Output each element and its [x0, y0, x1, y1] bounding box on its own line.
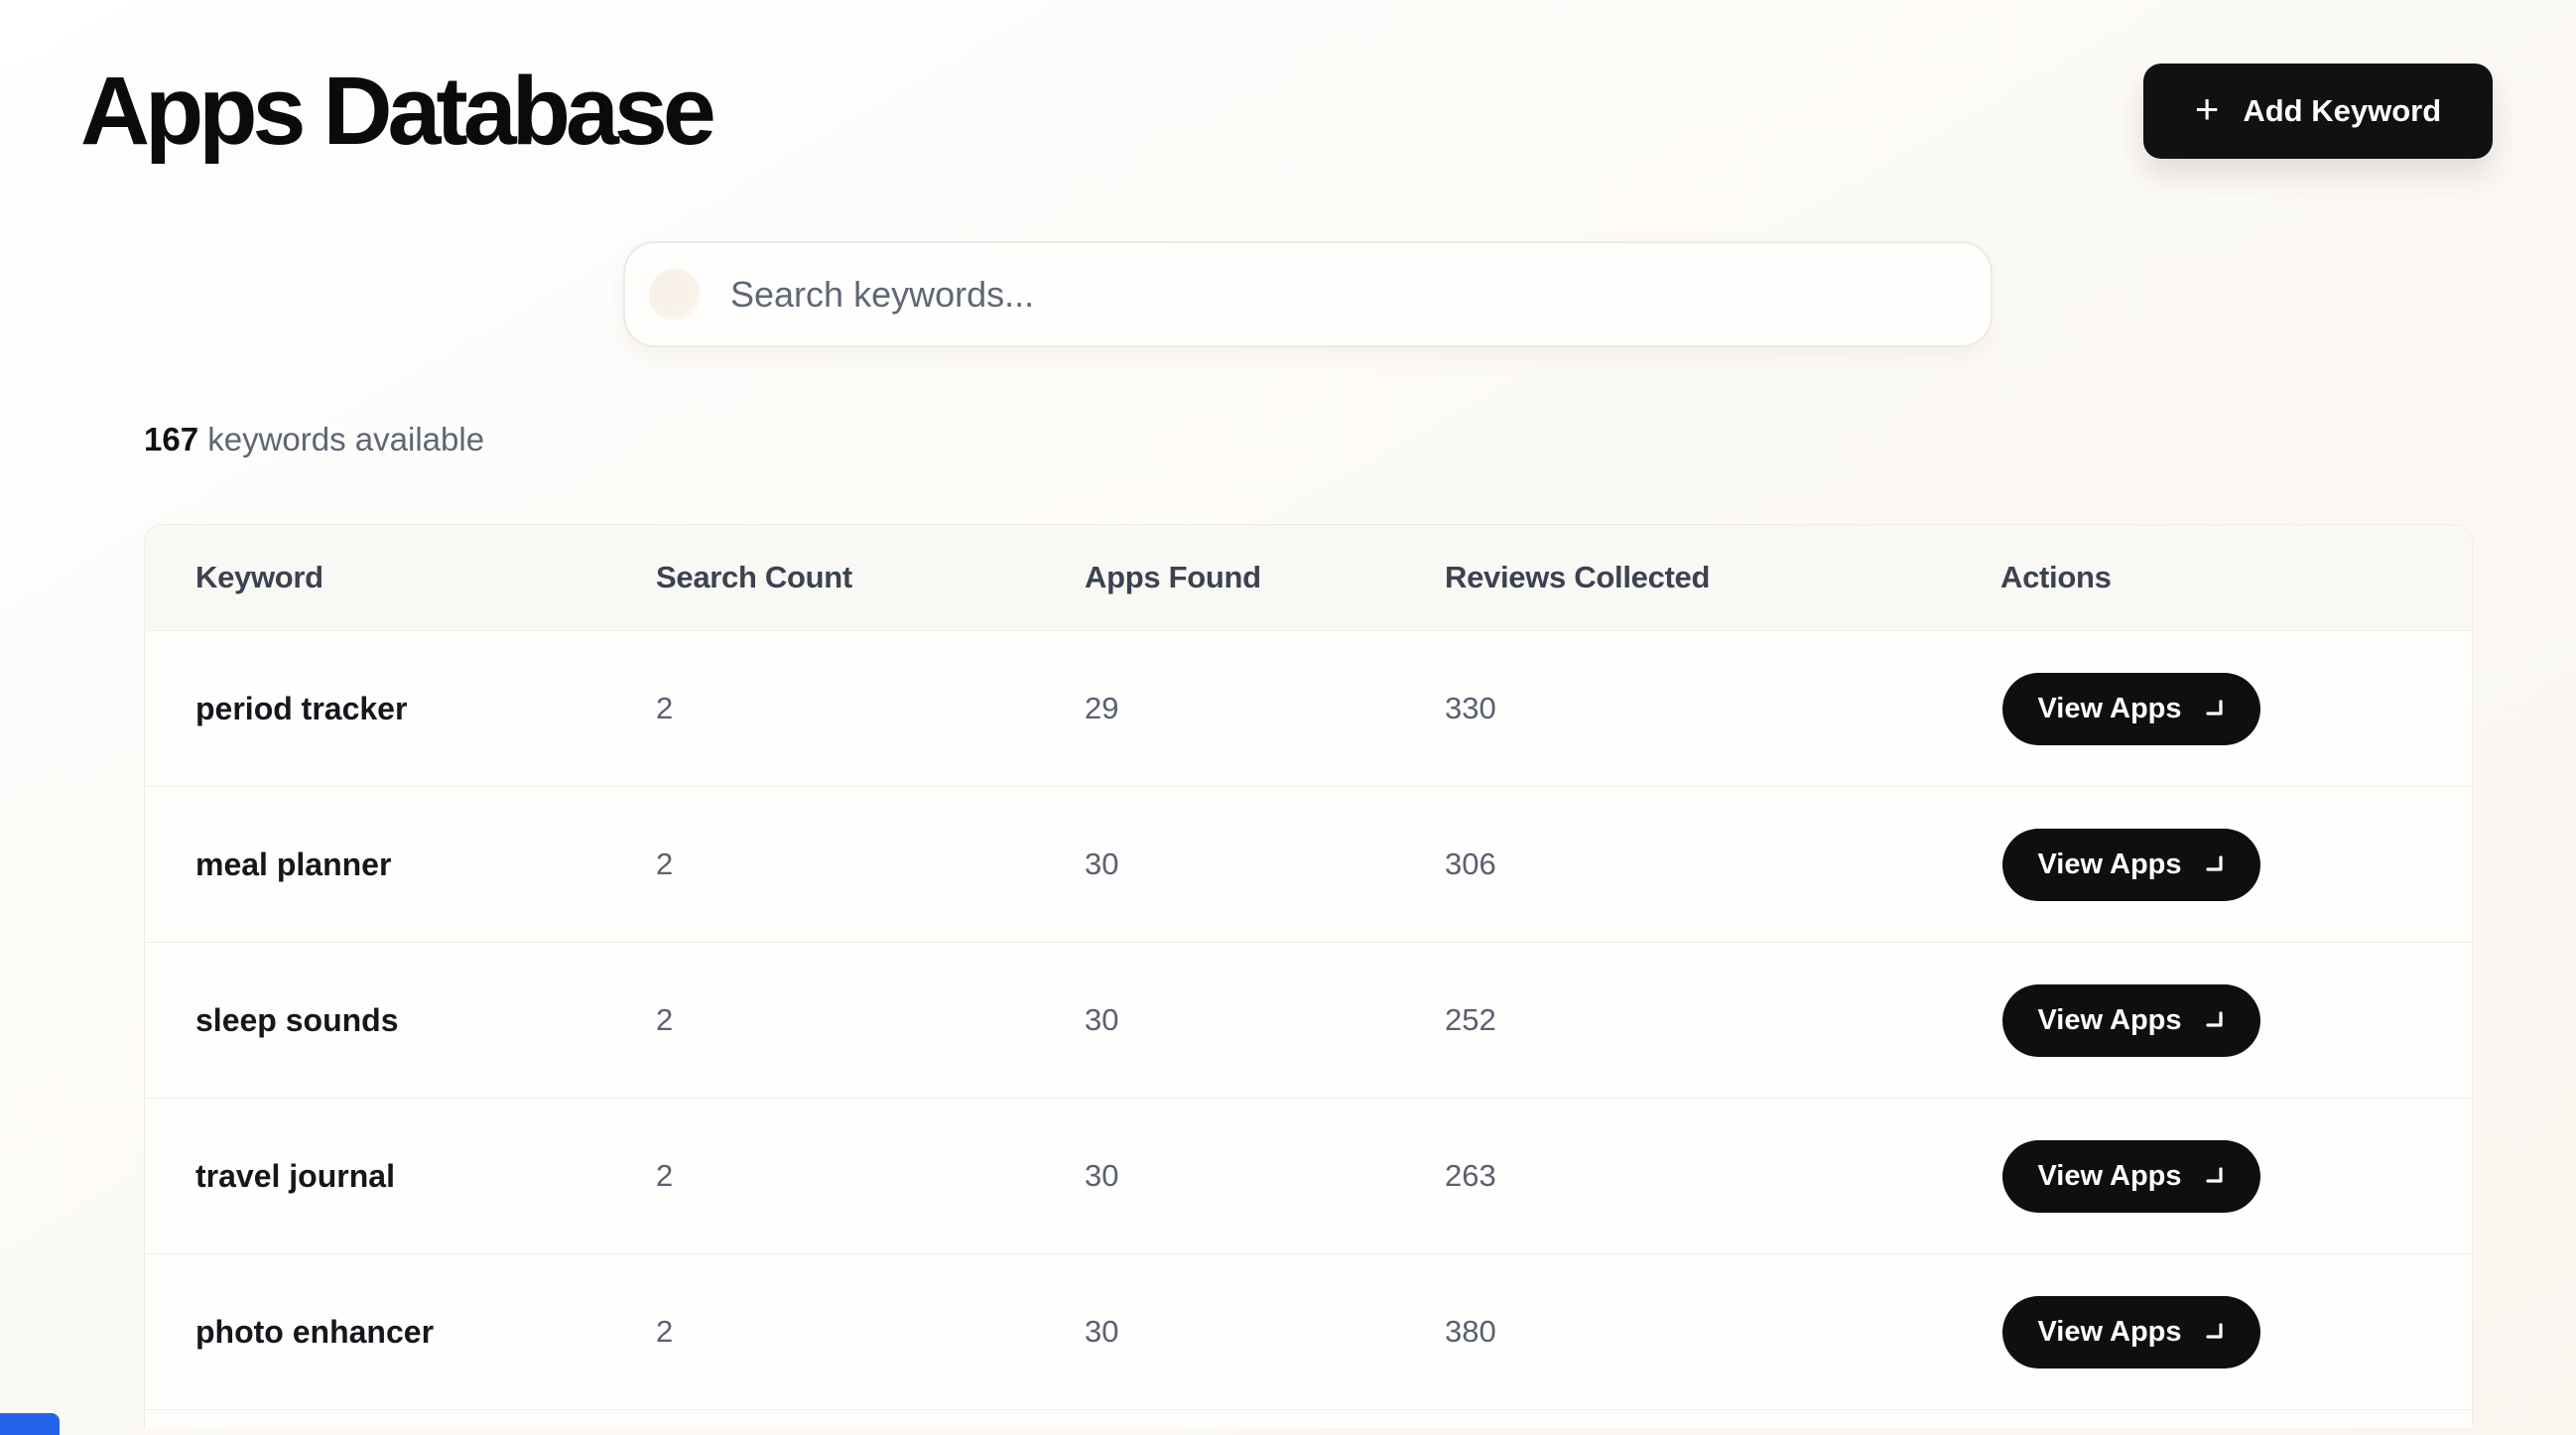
return-arrow-icon — [2202, 1320, 2226, 1344]
actions-cell: View Apps — [2000, 829, 2472, 901]
reviews-collected-cell: 306 — [1445, 847, 2000, 882]
actions-cell: View Apps — [2000, 673, 2472, 745]
keywords-count-label: keywords available — [207, 421, 484, 457]
keyword-cell: travel journal — [195, 1158, 656, 1195]
keywords-table: Keyword Search Count Apps Found Reviews … — [144, 524, 2473, 1428]
return-arrow-icon — [2202, 697, 2226, 720]
keyword-cell: photo enhancer — [195, 1314, 656, 1351]
search-icon — [649, 269, 701, 321]
top-bar: Apps Database + Add Keyword — [0, 0, 2576, 167]
column-header-apps-found: Apps Found — [1085, 560, 1445, 595]
search-input[interactable] — [701, 243, 1991, 345]
actions-cell: View Apps — [2000, 984, 2472, 1057]
view-apps-label: View Apps — [2037, 1160, 2181, 1193]
search-count-cell: 2 — [656, 847, 1085, 882]
search-count-cell: 2 — [656, 691, 1085, 726]
column-header-reviews-collected: Reviews Collected — [1445, 560, 2000, 595]
bottom-left-corner-badge — [0, 1413, 60, 1435]
add-keyword-button[interactable]: + Add Keyword — [2143, 64, 2493, 159]
table-row: sleep sounds 2 30 252 View Apps — [145, 942, 2472, 1098]
reviews-collected-cell: 380 — [1445, 1314, 2000, 1350]
keywords-summary: 167 keywords available — [144, 421, 2576, 458]
reviews-collected-cell: 252 — [1445, 1002, 2000, 1038]
view-apps-label: View Apps — [2037, 848, 2181, 881]
return-arrow-icon — [2202, 852, 2226, 876]
return-arrow-icon — [2202, 1164, 2226, 1188]
add-keyword-label: Add Keyword — [2243, 93, 2441, 129]
apps-found-cell: 30 — [1085, 1314, 1445, 1350]
view-apps-button[interactable]: View Apps — [2002, 829, 2260, 901]
view-apps-label: View Apps — [2037, 1316, 2181, 1349]
table-row: photo enhancer 2 30 380 View Apps — [145, 1253, 2472, 1409]
table-row: meal planner 2 30 306 View Apps — [145, 786, 2472, 942]
view-apps-label: View Apps — [2037, 693, 2181, 725]
column-header-search-count: Search Count — [656, 560, 1085, 595]
apps-found-cell: 30 — [1085, 1158, 1445, 1194]
actions-cell: View Apps — [2000, 1140, 2472, 1213]
apps-found-cell: 30 — [1085, 1002, 1445, 1038]
search-count-cell: 2 — [656, 1314, 1085, 1350]
keyword-cell: meal planner — [195, 847, 656, 883]
keyword-cell: sleep sounds — [195, 1002, 656, 1039]
view-apps-button[interactable]: View Apps — [2002, 673, 2260, 745]
table-row-partial — [145, 1409, 2472, 1428]
column-header-keyword: Keyword — [195, 560, 656, 595]
view-apps-label: View Apps — [2037, 1004, 2181, 1037]
table-row: travel journal 2 30 263 View Apps — [145, 1098, 2472, 1253]
view-apps-button[interactable]: View Apps — [2002, 1296, 2260, 1369]
search-count-cell: 2 — [656, 1158, 1085, 1194]
column-header-actions: Actions — [2000, 560, 2472, 595]
keywords-count: 167 — [144, 421, 198, 457]
table-header-row: Keyword Search Count Apps Found Reviews … — [145, 525, 2472, 630]
table-body: period tracker 2 29 330 View Apps meal p… — [145, 630, 2472, 1409]
apps-found-cell: 29 — [1085, 691, 1445, 726]
plus-icon: + — [2195, 88, 2220, 130]
search-bar[interactable] — [623, 241, 1993, 347]
view-apps-button[interactable]: View Apps — [2002, 1140, 2260, 1213]
return-arrow-icon — [2202, 1008, 2226, 1032]
actions-cell: View Apps — [2000, 1296, 2472, 1369]
apps-found-cell: 30 — [1085, 847, 1445, 882]
reviews-collected-cell: 263 — [1445, 1158, 2000, 1194]
table-row: period tracker 2 29 330 View Apps — [145, 630, 2472, 786]
page-title: Apps Database — [80, 56, 711, 167]
reviews-collected-cell: 330 — [1445, 691, 2000, 726]
search-count-cell: 2 — [656, 1002, 1085, 1038]
keyword-cell: period tracker — [195, 691, 656, 727]
view-apps-button[interactable]: View Apps — [2002, 984, 2260, 1057]
